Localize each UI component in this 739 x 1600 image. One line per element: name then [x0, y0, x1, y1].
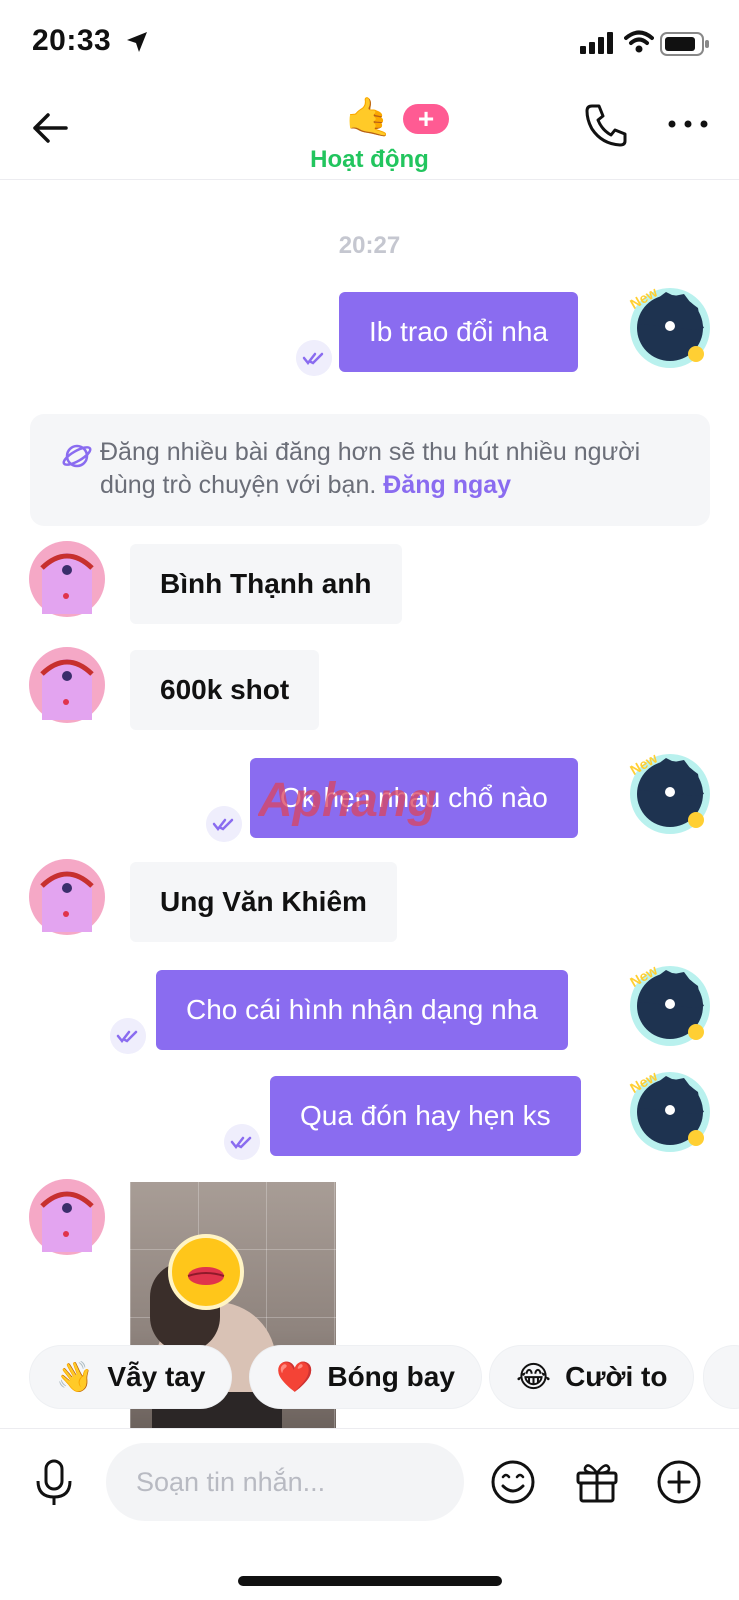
quick-reply-label: Vẫy tay	[107, 1361, 206, 1392]
post-now-link[interactable]: Đăng ngay	[383, 471, 511, 499]
quick-reply-label: Cười to	[565, 1361, 668, 1392]
more-options-icon[interactable]	[666, 114, 710, 134]
contact-avatar[interactable]	[28, 1178, 106, 1256]
double-check-icon	[296, 340, 332, 376]
wifi-icon	[624, 30, 654, 53]
quick-reply-wave[interactable]: 👋 Vẫy tay	[30, 1346, 232, 1408]
contact-avatar[interactable]	[28, 646, 106, 724]
quick-reply-more[interactable]	[704, 1346, 739, 1408]
wave-icon: 👋	[56, 1360, 94, 1394]
heart-icon: ❤️	[276, 1360, 314, 1394]
time-divider: 20:27	[338, 232, 401, 259]
add-icon[interactable]	[656, 1459, 702, 1505]
composer-bar	[0, 1428, 739, 1542]
double-check-icon	[110, 1018, 146, 1054]
microphone-icon[interactable]	[34, 1459, 74, 1507]
double-check-icon	[206, 806, 242, 842]
planet-icon	[62, 444, 92, 468]
message-bubble-outgoing[interactable]: Qua đón hay hẹn ks	[270, 1076, 581, 1156]
double-check-icon	[224, 1124, 260, 1160]
battery-icon	[660, 32, 709, 56]
add-friend-badge[interactable]: +	[403, 104, 449, 134]
watermark-text: Aphang	[258, 774, 437, 827]
back-arrow-icon[interactable]	[28, 106, 72, 150]
quick-reply-balloon[interactable]: ❤️ Bóng bay	[250, 1346, 481, 1408]
home-indicator[interactable]	[238, 1576, 502, 1586]
message-input[interactable]	[106, 1443, 464, 1521]
my-avatar[interactable]: New	[626, 962, 712, 1048]
laugh-icon: 😂	[516, 1360, 552, 1394]
my-avatar[interactable]: New	[626, 750, 712, 836]
my-avatar[interactable]: New	[626, 284, 712, 370]
status-bar: 20:33	[0, 0, 739, 88]
quick-reply-label: Bóng bay	[327, 1361, 455, 1392]
lips-icon	[187, 1267, 225, 1285]
tip-message: Đăng nhiều bài đăng hơn sẽ thu hút nhiều…	[100, 438, 641, 499]
online-status: Hoạt động	[310, 146, 429, 173]
watermark-logo: Aphang	[258, 774, 437, 827]
my-avatar[interactable]: New	[626, 1068, 712, 1154]
message-bubble-outgoing[interactable]: Ib trao đổi nha	[339, 292, 579, 372]
message-bubble-outgoing[interactable]: Cho cái hình nhận dạng nha	[156, 970, 568, 1050]
signal-icon	[580, 32, 613, 54]
message-bubble-incoming[interactable]: Ung Văn Khiêm	[130, 862, 397, 942]
chat-header: 🤙 + Hoạt động	[0, 88, 739, 180]
contact-avatar[interactable]	[28, 858, 106, 936]
gift-icon[interactable]	[574, 1459, 620, 1505]
tip-text: Đăng nhiều bài đăng hơn sẽ thu hút nhiều…	[100, 436, 690, 502]
lemon-sticker-icon	[168, 1234, 244, 1310]
contact-avatar-emoji[interactable]: 🤙	[345, 96, 392, 140]
smiley-icon[interactable]	[490, 1459, 536, 1505]
message-bubble-incoming[interactable]: Bình Thạnh anh	[130, 544, 402, 624]
status-time: 20:33	[32, 24, 112, 57]
quick-reply-bar: 👋 Vẫy tay ❤️ Bóng bay 😂 Cười to	[0, 1346, 739, 1410]
tip-card: Đăng nhiều bài đăng hơn sẽ thu hút nhiều…	[30, 414, 710, 526]
phone-icon[interactable]	[584, 102, 628, 148]
location-arrow-icon	[127, 32, 147, 52]
quick-reply-laugh[interactable]: 😂 Cười to	[490, 1346, 694, 1408]
message-bubble-incoming[interactable]: 600k shot	[130, 650, 320, 730]
contact-avatar[interactable]	[28, 540, 106, 618]
